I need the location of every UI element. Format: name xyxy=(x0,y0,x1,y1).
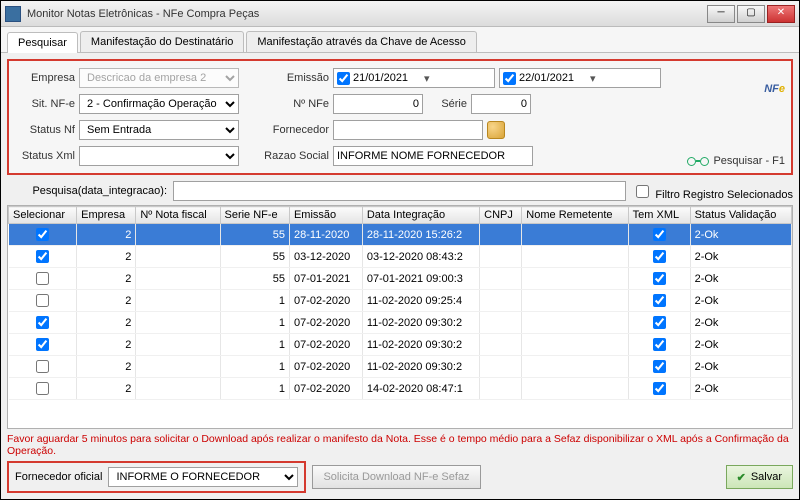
row-select-check[interactable] xyxy=(36,360,49,373)
nfe-logo-e: e xyxy=(779,83,785,95)
search-row: Pesquisa(data_integracao): Filtro Regist… xyxy=(7,181,793,201)
search-label: Pesquisa(data_integracao): xyxy=(7,185,167,197)
search-input[interactable] xyxy=(173,181,626,201)
col-header[interactable]: Emissão xyxy=(289,207,362,224)
nfe-logo-nf: NF xyxy=(764,83,779,95)
razao-label: Razao Social xyxy=(259,150,329,162)
pesquisar-link-label: Pesquisar - F1 xyxy=(713,155,785,167)
fornecedor-oficial-combo[interactable]: INFORME O FORNECEDOR xyxy=(108,467,298,487)
check-icon: ✔ xyxy=(737,471,746,484)
table-row[interactable]: 2107-02-202011-02-2020 09:30:22-Ok xyxy=(9,334,792,356)
close-button[interactable]: ✕ xyxy=(767,5,795,23)
chevron-down-icon: ▾ xyxy=(424,72,492,85)
window-title: Monitor Notas Eletrônicas - NFe Compra P… xyxy=(27,8,705,20)
filtro-selecionados-label: Filtro Registro Selecionados xyxy=(655,189,793,201)
row-temxml-check[interactable] xyxy=(653,316,666,329)
table-row[interactable]: 25503-12-202003-12-2020 08:43:22-Ok xyxy=(9,246,792,268)
statusxml-label: Status Xml xyxy=(15,150,75,162)
col-header[interactable]: Data Integração xyxy=(362,207,479,224)
empresa-combo[interactable]: Descricao da empresa 2 xyxy=(79,68,239,88)
table-row[interactable]: 2107-02-202011-02-2020 09:30:22-Ok xyxy=(9,312,792,334)
fornecedor-oficial-box: Fornecedor oficial INFORME O FORNECEDOR xyxy=(7,461,306,493)
row-select-check[interactable] xyxy=(36,228,49,241)
glasses-icon xyxy=(687,157,709,166)
date-from-picker[interactable]: 21/01/2021 ▾ xyxy=(333,68,495,88)
empresa-label: Empresa xyxy=(15,72,75,84)
nnfe-input[interactable] xyxy=(333,94,423,114)
serie-label: Série xyxy=(427,98,467,110)
row-temxml-check[interactable] xyxy=(653,272,666,285)
tab-manifestacao-destinatario[interactable]: Manifestação do Destinatário xyxy=(80,31,244,52)
app-icon xyxy=(5,6,21,22)
results-grid[interactable]: SelecionarEmpresaNº Nota fiscalSerie NF-… xyxy=(7,205,793,429)
col-header[interactable]: CNPJ xyxy=(480,207,522,224)
titlebar: Monitor Notas Eletrônicas - NFe Compra P… xyxy=(1,1,799,27)
col-header[interactable]: Selecionar xyxy=(9,207,77,224)
nfe-logo: NFe xyxy=(764,67,785,99)
tab-body: Empresa Descricao da empresa 2 Sit. NF-e… xyxy=(1,53,799,499)
col-header[interactable]: Nº Nota fiscal xyxy=(136,207,220,224)
tab-manifestacao-chave[interactable]: Manifestação através da Chave de Acesso xyxy=(246,31,477,52)
date-to-value: 22/01/2021 xyxy=(519,72,587,84)
col-header[interactable]: Status Validação xyxy=(690,207,791,224)
tabs-bar: Pesquisar Manifestação do Destinatário M… xyxy=(1,27,799,53)
col-header[interactable]: Nome Remetente xyxy=(522,207,628,224)
tab-pesquisar[interactable]: Pesquisar xyxy=(7,32,78,53)
salvar-button[interactable]: ✔Salvar xyxy=(726,465,793,489)
row-temxml-check[interactable] xyxy=(653,382,666,395)
date-from-check[interactable] xyxy=(337,72,350,85)
minimize-button[interactable]: ─ xyxy=(707,5,735,23)
pesquisar-link[interactable]: Pesquisar - F1 xyxy=(687,155,785,167)
row-temxml-check[interactable] xyxy=(653,250,666,263)
row-temxml-check[interactable] xyxy=(653,294,666,307)
statusnf-combo[interactable]: Sem Entrada xyxy=(79,120,239,140)
col-header[interactable]: Empresa xyxy=(77,207,136,224)
fornecedor-label: Fornecedor xyxy=(259,124,329,136)
fornecedor-input[interactable] xyxy=(333,120,483,140)
lookup-fornecedor-icon[interactable] xyxy=(487,121,505,139)
app-window: Monitor Notas Eletrônicas - NFe Compra P… xyxy=(0,0,800,500)
sitnfe-combo[interactable]: 2 - Confirmação Operação xyxy=(79,94,239,114)
sitnfe-label: Sit. NF-e xyxy=(15,98,75,110)
footer-note: Favor aguardar 5 minutos para solicitar … xyxy=(7,433,793,457)
maximize-button[interactable]: ▢ xyxy=(737,5,765,23)
razao-input[interactable] xyxy=(333,146,533,166)
table-row[interactable]: 25528-11-202028-11-2020 15:26:22-Ok xyxy=(9,224,792,246)
row-select-check[interactable] xyxy=(36,272,49,285)
col-header[interactable]: Tem XML xyxy=(628,207,690,224)
chevron-down-icon: ▾ xyxy=(590,72,658,85)
bottom-bar: Fornecedor oficial INFORME O FORNECEDOR … xyxy=(7,461,793,493)
solicita-download-button[interactable]: Solicita Download NF-e Sefaz xyxy=(312,465,480,489)
row-temxml-check[interactable] xyxy=(653,228,666,241)
nnfe-label: Nº NFe xyxy=(259,98,329,110)
row-select-check[interactable] xyxy=(36,250,49,263)
table-row[interactable]: 2107-02-202011-02-2020 09:25:42-Ok xyxy=(9,290,792,312)
filtro-selecionados-check[interactable] xyxy=(636,185,649,198)
table-row[interactable]: 2107-02-202014-02-2020 08:47:12-Ok xyxy=(9,378,792,400)
statusxml-combo[interactable] xyxy=(79,146,239,166)
row-select-check[interactable] xyxy=(36,316,49,329)
date-to-check[interactable] xyxy=(503,72,516,85)
filtro-selecionados[interactable]: Filtro Registro Selecionados xyxy=(632,182,793,201)
row-temxml-check[interactable] xyxy=(653,360,666,373)
date-to-picker[interactable]: 22/01/2021 ▾ xyxy=(499,68,661,88)
date-from-value: 21/01/2021 xyxy=(353,72,421,84)
row-select-check[interactable] xyxy=(36,382,49,395)
row-temxml-check[interactable] xyxy=(653,338,666,351)
filter-panel: Empresa Descricao da empresa 2 Sit. NF-e… xyxy=(7,59,793,175)
row-select-check[interactable] xyxy=(36,338,49,351)
statusnf-label: Status Nf xyxy=(15,124,75,136)
row-select-check[interactable] xyxy=(36,294,49,307)
col-header[interactable]: Serie NF-e xyxy=(220,207,289,224)
emissao-label: Emissão xyxy=(259,72,329,84)
table-row[interactable]: 25507-01-202107-01-2021 09:00:32-Ok xyxy=(9,268,792,290)
fornecedor-oficial-label: Fornecedor oficial xyxy=(15,471,102,483)
serie-input[interactable] xyxy=(471,94,531,114)
table-row[interactable]: 2107-02-202011-02-2020 09:30:22-Ok xyxy=(9,356,792,378)
